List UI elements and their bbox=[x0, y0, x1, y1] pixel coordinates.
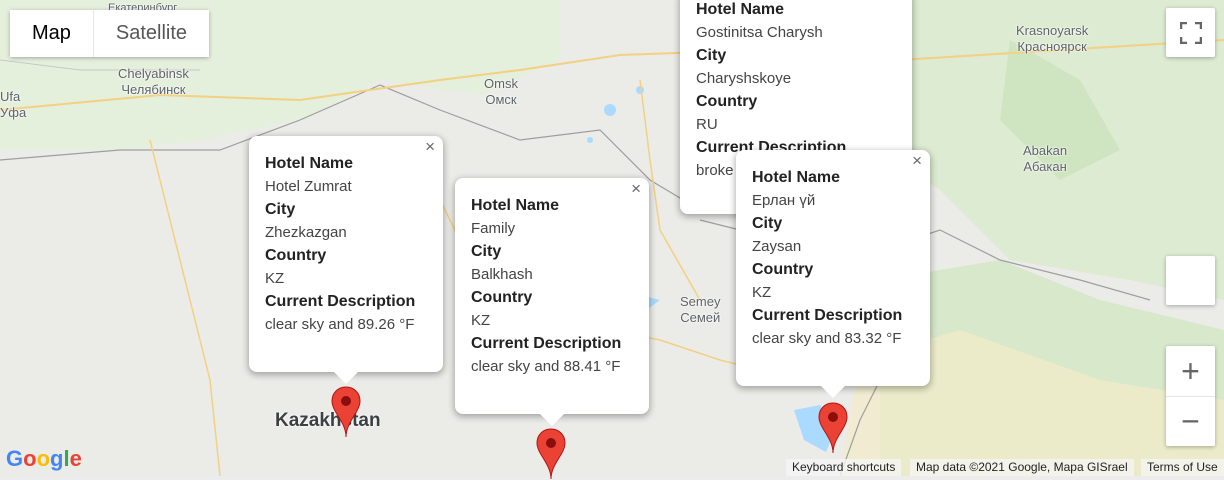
hotel-name-value: Family bbox=[471, 220, 516, 237]
country-label: Country bbox=[696, 93, 758, 110]
city-value: Zhezkazgan bbox=[265, 224, 347, 241]
city-label: City bbox=[471, 243, 502, 260]
description-label: Current Description bbox=[471, 335, 622, 352]
zoom-out-button[interactable]: − bbox=[1166, 397, 1215, 446]
fullscreen-icon bbox=[1179, 21, 1202, 44]
city-value: Charyshskoye bbox=[696, 70, 792, 87]
city-value: Zaysan bbox=[752, 238, 802, 255]
description-label: Current Description bbox=[265, 293, 416, 310]
map-data-attribution: Map data ©2021 Google, Mapa GISrael bbox=[910, 459, 1134, 476]
city-label: City bbox=[752, 215, 783, 232]
country-value: RU bbox=[696, 116, 718, 133]
info-window: × Hotel Name Ерлан үй City Zaysan Countr… bbox=[736, 150, 930, 398]
hotel-name-label: Hotel Name bbox=[752, 169, 841, 186]
description-value: clear sky and 88.41 °F bbox=[471, 358, 621, 375]
description-value: clear sky and 89.26 °F bbox=[265, 316, 415, 333]
place-label-chelyabinsk: Chelyabinsk Челябинск bbox=[118, 66, 189, 97]
map-type-satellite-button[interactable]: Satellite bbox=[92, 10, 210, 57]
street-view-button[interactable] bbox=[1166, 256, 1215, 305]
place-label-abakan: Abakan Абакан bbox=[1023, 143, 1068, 174]
map-type-control: Map Satellite bbox=[10, 10, 210, 57]
zoom-in-button[interactable]: + bbox=[1166, 346, 1215, 397]
close-icon[interactable]: × bbox=[425, 138, 435, 156]
google-logo[interactable]: Google bbox=[6, 446, 82, 472]
city-label: City bbox=[265, 201, 296, 218]
hotel-name-value: Gostinitsa Charysh bbox=[696, 24, 823, 41]
place-label-krasnoyarsk: Krasnoyarsk Красноярск bbox=[1016, 23, 1089, 54]
map-marker-icon[interactable] bbox=[818, 402, 848, 454]
place-label-ufa: Ufa Уфа bbox=[0, 89, 27, 120]
zoom-control: + − bbox=[1166, 346, 1215, 446]
city-value: Balkhash bbox=[471, 266, 533, 283]
info-window: × Hotel Name Hotel Zumrat City Zhezkazga… bbox=[249, 136, 443, 384]
country-label-kazakhstan: Kazakhstan bbox=[275, 410, 381, 431]
description-label: Current Description bbox=[752, 307, 903, 324]
hotel-name-value: Ерлан үй bbox=[752, 192, 816, 209]
close-icon[interactable]: × bbox=[631, 180, 641, 198]
hotel-name-label: Hotel Name bbox=[471, 197, 560, 214]
city-label: City bbox=[696, 47, 727, 64]
country-value: KZ bbox=[752, 284, 772, 301]
hotel-name-label: Hotel Name bbox=[696, 1, 785, 18]
terms-of-use-link[interactable]: Terms of Use bbox=[1141, 459, 1224, 476]
place-label-omsk: Omsk Омск bbox=[484, 76, 518, 107]
fullscreen-button[interactable] bbox=[1166, 8, 1215, 57]
country-value: KZ bbox=[265, 270, 285, 287]
close-icon[interactable]: × bbox=[912, 152, 922, 170]
description-value: clear sky and 83.32 °F bbox=[752, 330, 902, 347]
keyboard-shortcuts-link[interactable]: Keyboard shortcuts bbox=[786, 459, 902, 476]
hotel-name-value: Hotel Zumrat bbox=[265, 178, 352, 195]
hotel-name-label: Hotel Name bbox=[265, 155, 354, 172]
place-label-semey: Semey Семей bbox=[680, 294, 721, 325]
map-marker-icon[interactable] bbox=[536, 428, 566, 480]
country-label: Country bbox=[471, 289, 533, 306]
info-window: × Hotel Name Family City Balkhash Countr… bbox=[455, 178, 649, 426]
country-label: Country bbox=[265, 247, 327, 264]
map-marker-icon[interactable] bbox=[331, 386, 361, 438]
map-type-map-button[interactable]: Map bbox=[10, 10, 93, 57]
country-value: KZ bbox=[471, 312, 491, 329]
country-label: Country bbox=[752, 261, 814, 278]
